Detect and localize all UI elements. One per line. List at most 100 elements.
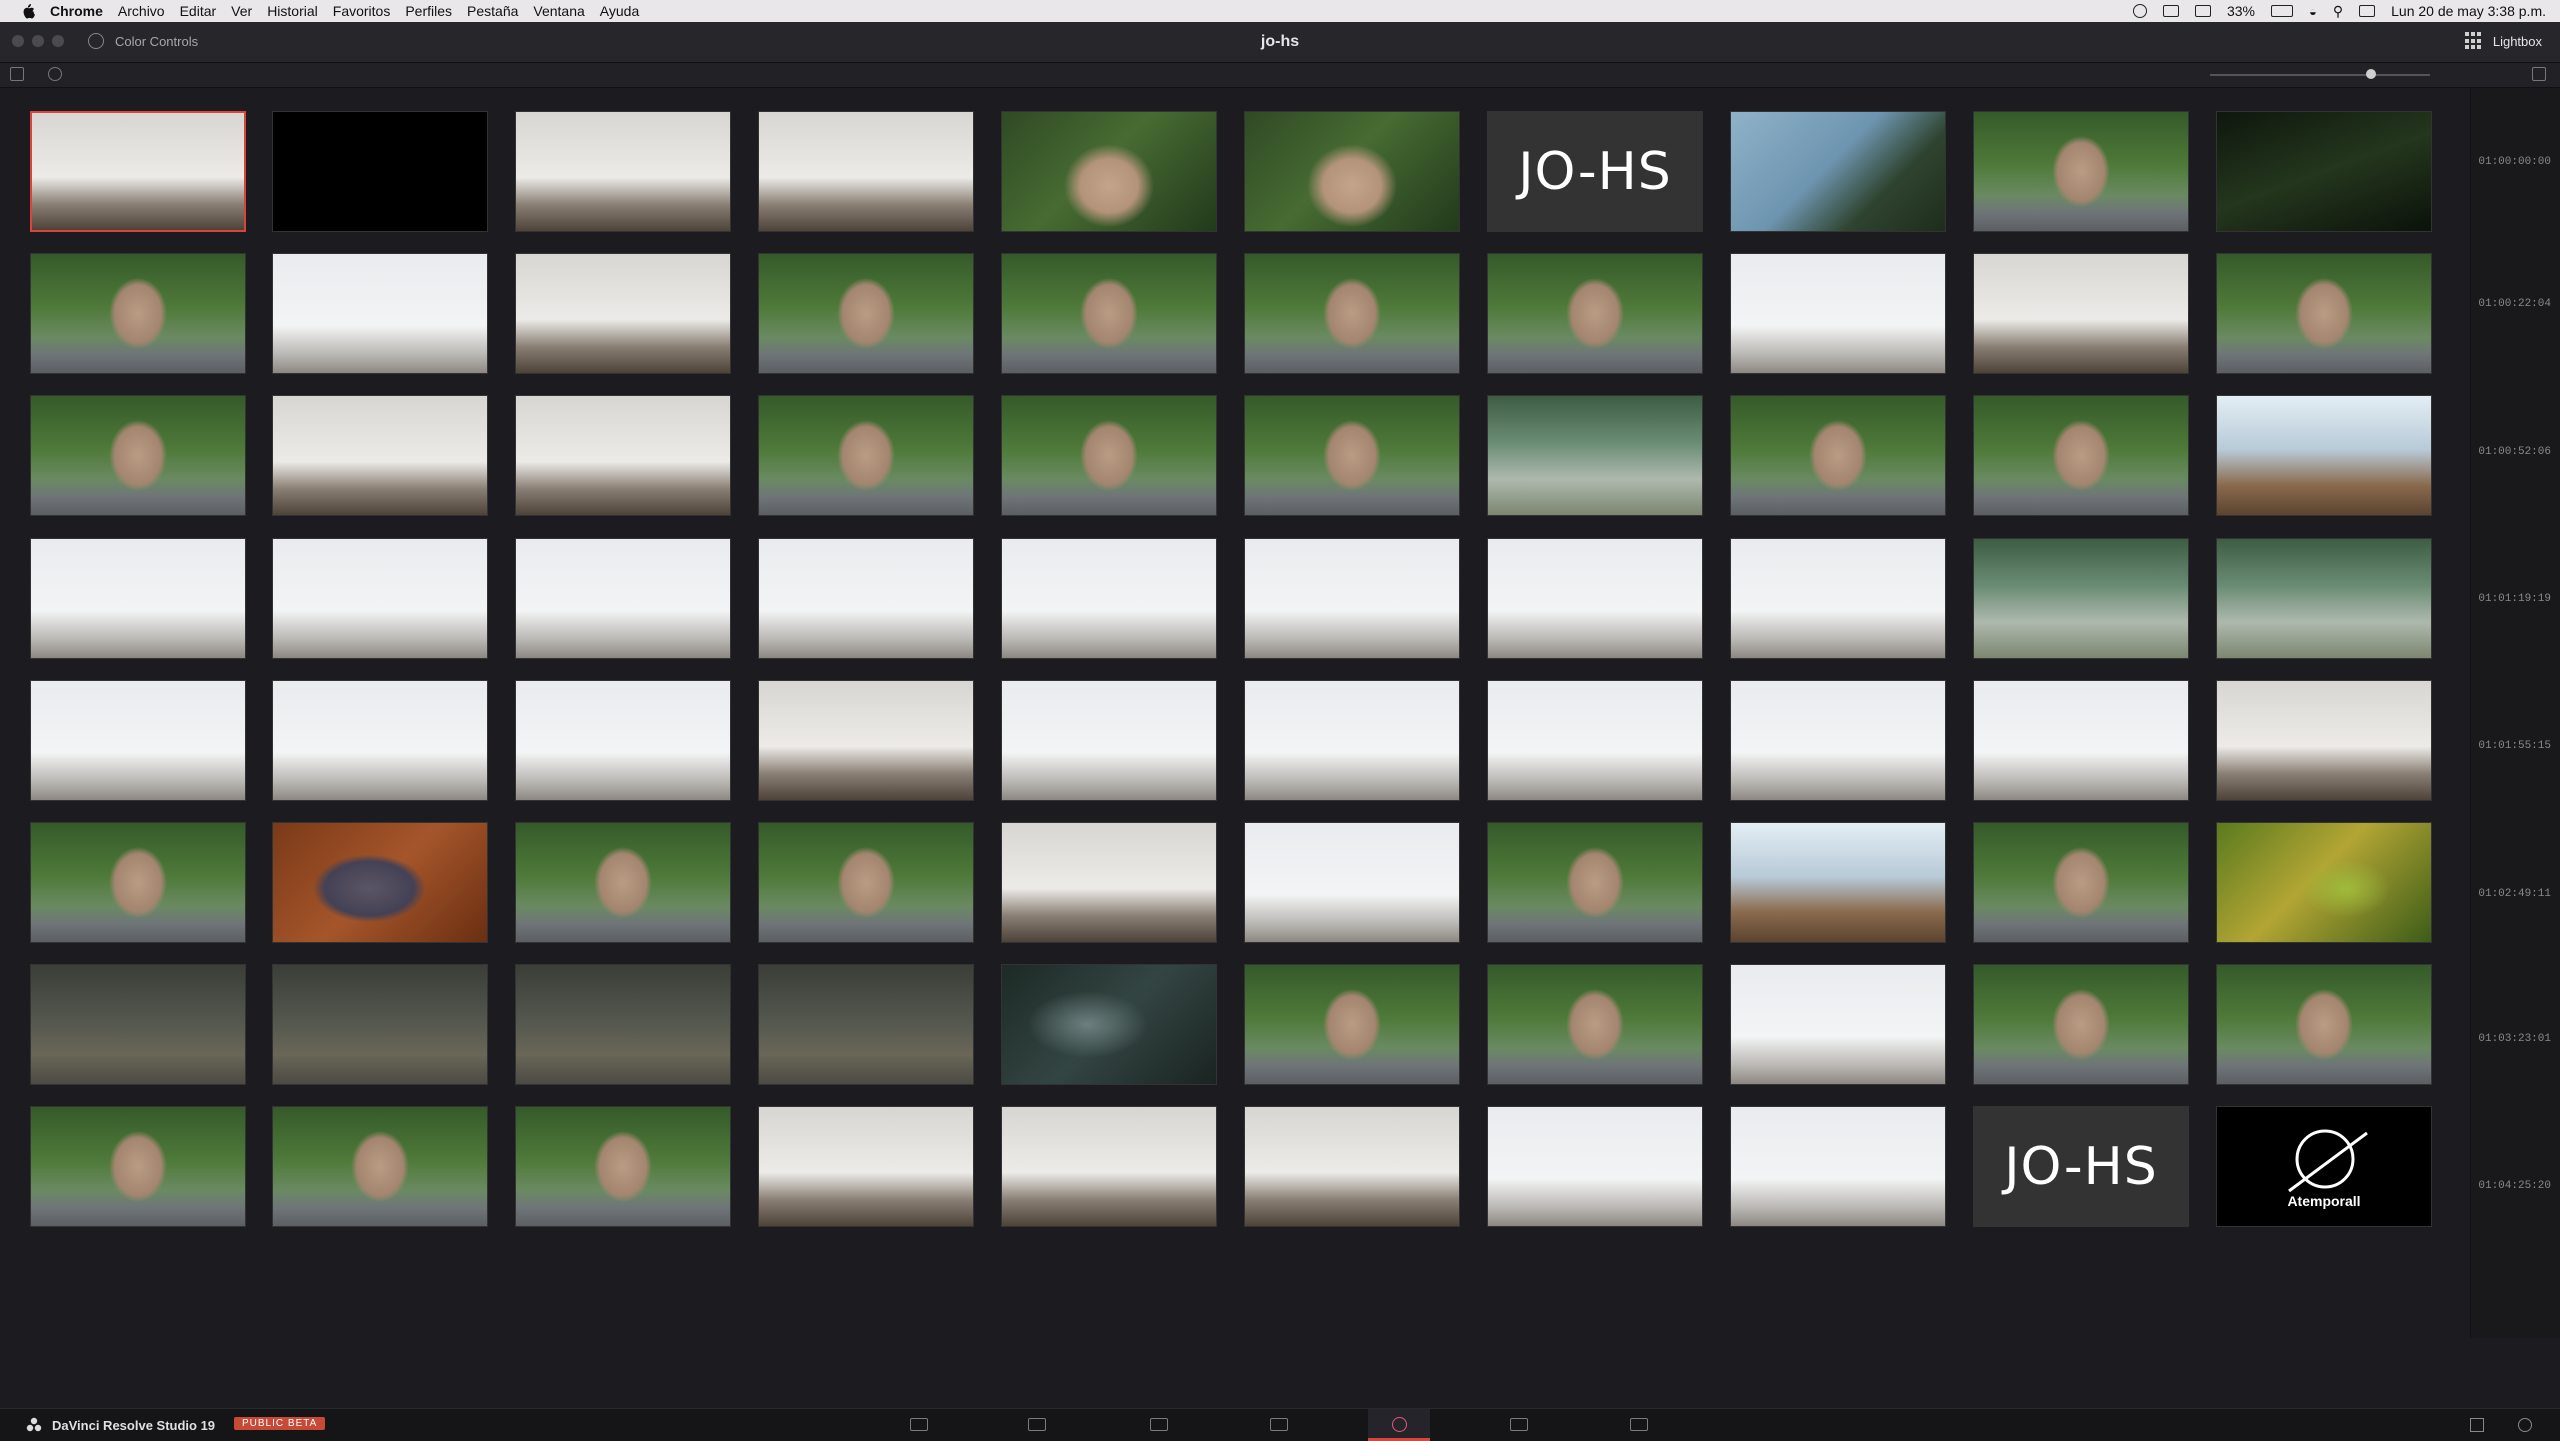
clip-thumbnail[interactable] [758,964,974,1085]
home-icon[interactable] [2470,1418,2484,1432]
tab-media[interactable] [888,1409,950,1441]
clip-thumbnail[interactable] [272,395,488,516]
control-center-icon[interactable] [2359,5,2376,17]
clip-thumbnail[interactable] [272,253,488,374]
clip-thumbnail[interactable] [2216,253,2432,374]
clip-thumbnail[interactable] [1001,1106,1217,1227]
menu-favoritos[interactable]: Favoritos [333,3,391,19]
apple-icon[interactable] [20,3,36,19]
clip-thumbnail[interactable] [1973,680,2189,801]
clip-thumbnail[interactable] [1244,395,1460,516]
sidebar-toggle-icon[interactable] [10,67,24,81]
clip-thumbnail[interactable] [30,680,246,801]
clip-thumbnail[interactable] [1973,822,2189,943]
clip-thumbnail[interactable] [1244,111,1460,232]
menu-editar[interactable]: Editar [180,3,217,19]
tab-fusion[interactable] [1248,1409,1310,1441]
clip-thumbnail[interactable] [758,1106,974,1227]
lightbox-button[interactable]: Lightbox [2464,32,2542,50]
clip-thumbnail[interactable] [2216,538,2432,659]
clip-thumbnail[interactable] [515,538,731,659]
clip-thumbnail[interactable] [758,395,974,516]
menu-historial[interactable]: Historial [267,3,318,19]
clip-thumbnail[interactable] [515,253,731,374]
clip-thumbnail[interactable] [1487,680,1703,801]
clip-thumbnail[interactable] [515,1106,731,1227]
clip-thumbnail[interactable] [272,111,488,232]
tab-cut[interactable] [1006,1409,1068,1441]
clip-thumbnail[interactable] [515,822,731,943]
clip-thumbnail[interactable] [2216,964,2432,1085]
clip-thumbnail[interactable] [30,395,246,516]
display-icon[interactable] [2194,5,2211,17]
zoom-slider-track[interactable] [2210,74,2430,76]
clip-thumbnail[interactable] [1001,395,1217,516]
clip-thumbnail[interactable] [30,822,246,943]
clip-thumbnail[interactable] [2216,395,2432,516]
clip-thumbnail[interactable] [1730,1106,1946,1227]
clip-thumbnail[interactable]: Atemporall [2216,1106,2432,1227]
clip-thumbnail[interactable] [272,538,488,659]
clip-thumbnail[interactable] [1730,964,1946,1085]
clip-thumbnail[interactable] [1730,538,1946,659]
menu-ayuda[interactable]: Ayuda [600,3,639,19]
clip-thumbnail[interactable] [1244,964,1460,1085]
clip-thumbnail[interactable] [1487,538,1703,659]
clip-thumbnail[interactable] [1973,395,2189,516]
clip-thumbnail[interactable] [1730,680,1946,801]
clip-thumbnail[interactable] [1730,111,1946,232]
clip-thumbnail[interactable] [272,680,488,801]
clip-thumbnail[interactable] [1487,822,1703,943]
battery-icon[interactable] [2271,5,2293,17]
clip-thumbnail[interactable] [1244,822,1460,943]
tab-edit[interactable] [1128,1409,1190,1441]
clip-thumbnail[interactable] [1001,538,1217,659]
tab-fairlight[interactable] [1488,1409,1550,1441]
clip-thumbnail[interactable] [1244,680,1460,801]
spotlight-icon[interactable]: ⚲ [2333,3,2343,20]
screen-record-icon[interactable] [2132,4,2147,18]
clip-thumbnail[interactable] [1487,1106,1703,1227]
clip-thumbnail[interactable] [272,822,488,943]
clip-thumbnail[interactable] [2216,680,2432,801]
clip-thumbnail[interactable] [272,964,488,1085]
clip-thumbnail[interactable] [1001,680,1217,801]
menu-ver[interactable]: Ver [231,3,252,19]
clip-thumbnail[interactable] [1730,822,1946,943]
clip-thumbnail[interactable] [30,253,246,374]
zoom-slider-handle[interactable] [2366,69,2376,79]
menu-archivo[interactable]: Archivo [118,3,165,19]
clip-thumbnail[interactable]: JO-HS [1973,1106,2189,1227]
clip-thumbnail[interactable] [30,964,246,1085]
clip-thumbnail[interactable] [1973,964,2189,1085]
menu-ventana[interactable]: Ventana [533,3,584,19]
clip-thumbnail[interactable] [1244,538,1460,659]
clip-thumbnail[interactable] [758,680,974,801]
clip-thumbnail[interactable] [1730,395,1946,516]
clip-thumbnail[interactable] [1487,253,1703,374]
input-source-icon[interactable] [2162,5,2179,17]
clip-thumbnail[interactable] [1001,822,1217,943]
clip-thumbnail[interactable] [515,395,731,516]
info-icon[interactable] [48,67,62,81]
clip-thumbnail[interactable] [1001,111,1217,232]
clip-thumbnail[interactable] [1973,111,2189,232]
clip-thumbnail[interactable] [515,680,731,801]
clip-thumbnail[interactable] [758,111,974,232]
clip-thumbnail[interactable] [30,538,246,659]
clip-thumbnail[interactable] [1244,253,1460,374]
exit-lightbox-icon[interactable] [2532,67,2546,81]
clip-thumbnail[interactable] [30,1106,246,1227]
clip-thumbnail[interactable] [758,822,974,943]
clip-thumbnail[interactable] [1001,964,1217,1085]
clip-thumbnail[interactable] [515,964,731,1085]
clip-thumbnail[interactable] [1973,253,2189,374]
clip-thumbnail[interactable] [2216,822,2432,943]
clip-thumbnail[interactable] [1244,1106,1460,1227]
clip-thumbnail[interactable] [30,111,246,232]
menu-chrome[interactable]: Chrome [50,3,103,19]
menubar-clock[interactable]: Lun 20 de may 3:38 p.m. [2391,3,2546,19]
clip-thumbnail[interactable] [758,253,974,374]
clip-thumbnail[interactable] [1487,964,1703,1085]
tab-deliver[interactable] [1608,1409,1670,1441]
